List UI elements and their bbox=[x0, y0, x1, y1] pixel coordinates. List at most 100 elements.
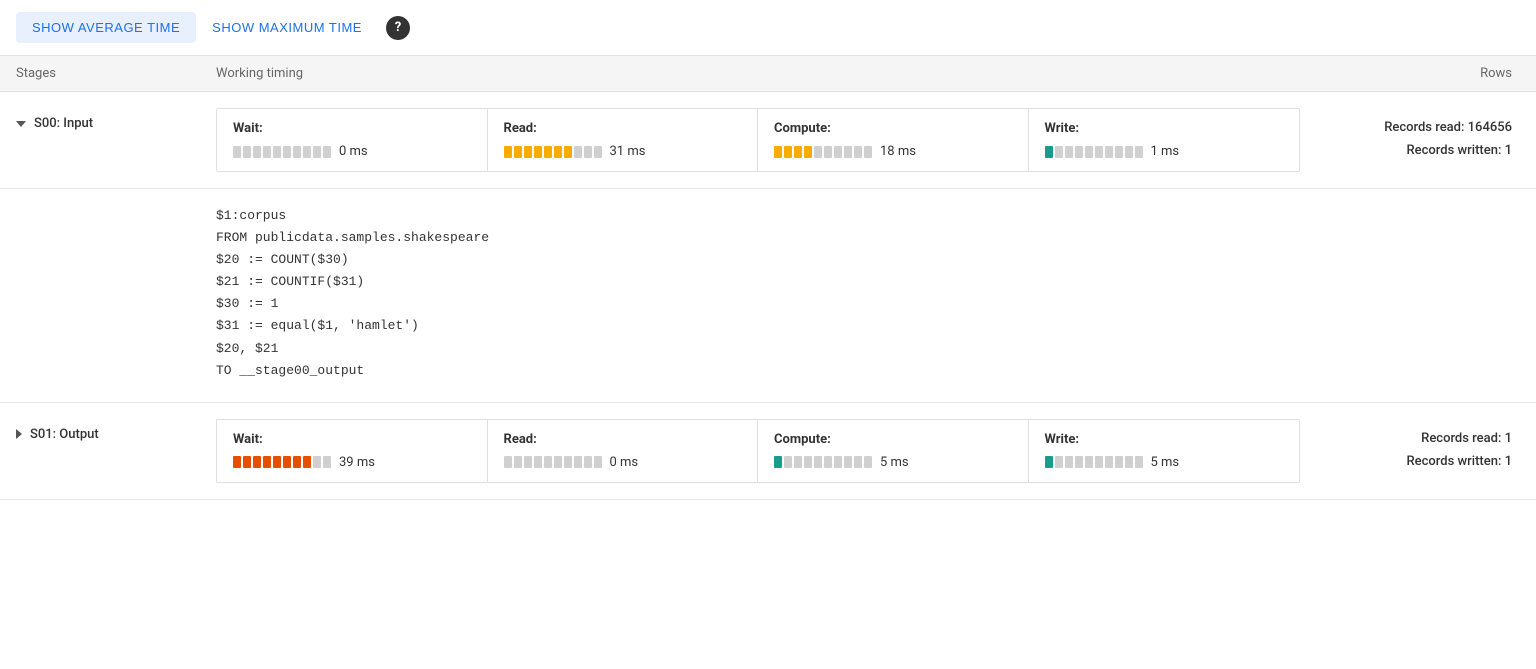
stage-s01-header: S01: Output Wait: bbox=[0, 403, 1536, 499]
bar-seg bbox=[253, 146, 261, 158]
bar-seg bbox=[233, 456, 241, 468]
code-block: $1:corpus FROM publicdata.samples.shakes… bbox=[0, 189, 1536, 403]
bar-seg bbox=[504, 456, 512, 468]
bar-seg bbox=[544, 456, 552, 468]
show-maximum-time-tab[interactable]: SHOW MAXIMUM TIME bbox=[196, 12, 378, 43]
s01-read-label: Read: bbox=[504, 432, 742, 447]
bar-seg bbox=[574, 146, 582, 158]
s01-write-cell: Write: 5 ms bbox=[1029, 420, 1300, 482]
s00-wait-value: 0 ms bbox=[339, 144, 368, 159]
bar-seg bbox=[1135, 146, 1143, 158]
bar-seg bbox=[594, 146, 602, 158]
bar-seg bbox=[594, 456, 602, 468]
bar-seg bbox=[824, 456, 832, 468]
bar-seg bbox=[263, 146, 271, 158]
s00-wait-bars bbox=[233, 146, 331, 158]
bar-seg bbox=[834, 456, 842, 468]
s00-write-value: 1 ms bbox=[1151, 144, 1180, 159]
bar-seg bbox=[283, 146, 291, 158]
s01-wait-value: 39 ms bbox=[339, 455, 375, 470]
bar-seg bbox=[1095, 456, 1103, 468]
bar-seg bbox=[774, 456, 782, 468]
s00-write-label: Write: bbox=[1045, 121, 1284, 136]
s00-compute-value: 18 ms bbox=[880, 144, 916, 159]
stage-s01-row: S01: Output Wait: bbox=[0, 403, 1536, 500]
s00-write-cell: Write: 1 ms bbox=[1029, 109, 1300, 171]
s00-records-read: Records read: 164656 bbox=[1300, 116, 1512, 139]
stages-header: Stages bbox=[16, 66, 216, 81]
stage-s00-row: S00: Input Wait: bbox=[0, 92, 1536, 189]
s00-compute-bar-row: 18 ms bbox=[774, 144, 1012, 159]
s01-wait-label: Wait: bbox=[233, 432, 471, 447]
s00-write-bars bbox=[1045, 146, 1143, 158]
s01-compute-bar-row: 5 ms bbox=[774, 455, 1012, 470]
bar-seg bbox=[1065, 146, 1073, 158]
bar-seg bbox=[293, 456, 301, 468]
bar-seg bbox=[1125, 146, 1133, 158]
bar-seg bbox=[854, 146, 862, 158]
s00-records-written: Records written: 1 bbox=[1300, 139, 1512, 162]
s01-write-label: Write: bbox=[1045, 432, 1284, 447]
working-timing-header: Working timing bbox=[216, 66, 1300, 81]
stage-s01-label: S01: Output bbox=[30, 427, 99, 442]
column-headers: Stages Working timing Rows bbox=[0, 56, 1536, 92]
bar-seg bbox=[584, 146, 592, 158]
stage-s00-title: S00: Input bbox=[16, 108, 216, 131]
bar-seg bbox=[504, 146, 512, 158]
help-icon[interactable]: ? bbox=[386, 16, 410, 40]
bar-seg bbox=[834, 146, 842, 158]
bar-seg bbox=[1055, 146, 1063, 158]
bar-seg bbox=[574, 456, 582, 468]
bar-seg bbox=[1075, 146, 1083, 158]
bar-seg bbox=[844, 456, 852, 468]
s00-wait-label: Wait: bbox=[233, 121, 471, 136]
bar-seg bbox=[1105, 456, 1113, 468]
s01-records-written: Records written: 1 bbox=[1300, 450, 1512, 473]
s00-chevron-down-icon[interactable] bbox=[16, 121, 26, 127]
bar-seg bbox=[1045, 146, 1053, 158]
code-line-4: $21 := COUNTIF($31) bbox=[216, 271, 1520, 293]
bar-seg bbox=[1085, 146, 1093, 158]
bar-seg bbox=[584, 456, 592, 468]
s01-chevron-right-icon[interactable] bbox=[16, 429, 22, 439]
bar-seg bbox=[313, 146, 321, 158]
s01-read-bars bbox=[504, 456, 602, 468]
bar-seg bbox=[794, 456, 802, 468]
bar-seg bbox=[864, 456, 872, 468]
bar-seg bbox=[283, 456, 291, 468]
stage-s01-title: S01: Output bbox=[16, 419, 216, 442]
bar-seg bbox=[804, 146, 812, 158]
s00-read-bar-row: 31 ms bbox=[504, 144, 742, 159]
code-line-7: $20, $21 bbox=[216, 338, 1520, 360]
s01-records: Records read: 1 Records written: 1 bbox=[1300, 419, 1520, 474]
bar-seg bbox=[323, 146, 331, 158]
bar-seg bbox=[1135, 456, 1143, 468]
bar-seg bbox=[293, 146, 301, 158]
code-line-3: $20 := COUNT($30) bbox=[216, 249, 1520, 271]
bar-seg bbox=[1105, 146, 1113, 158]
bar-seg bbox=[273, 456, 281, 468]
s01-wait-cell: Wait: 39 ms bbox=[217, 420, 488, 482]
s00-write-bar-row: 1 ms bbox=[1045, 144, 1284, 159]
s01-write-value: 5 ms bbox=[1151, 455, 1180, 470]
s01-read-cell: Read: 0 ms bbox=[488, 420, 759, 482]
bar-seg bbox=[273, 146, 281, 158]
s01-timing-grid: Wait: 39 ms bbox=[216, 419, 1300, 483]
code-line-6: $31 := equal($1, 'hamlet') bbox=[216, 315, 1520, 337]
bar-seg bbox=[313, 456, 321, 468]
s01-write-bars bbox=[1045, 456, 1143, 468]
s01-read-bar-row: 0 ms bbox=[504, 455, 742, 470]
bar-seg bbox=[864, 146, 872, 158]
rows-header: Rows bbox=[1300, 66, 1520, 81]
bar-seg bbox=[1065, 456, 1073, 468]
s00-read-value: 31 ms bbox=[610, 144, 646, 159]
code-line-1: $1:corpus bbox=[216, 205, 1520, 227]
bar-seg bbox=[514, 146, 522, 158]
s00-read-label: Read: bbox=[504, 121, 742, 136]
show-average-time-tab[interactable]: SHOW AVERAGE TIME bbox=[16, 12, 196, 43]
bar-seg bbox=[1115, 456, 1123, 468]
bar-seg bbox=[263, 456, 271, 468]
bar-seg bbox=[514, 456, 522, 468]
code-line-2: FROM publicdata.samples.shakespeare bbox=[216, 227, 1520, 249]
s01-write-bar-row: 5 ms bbox=[1045, 455, 1284, 470]
